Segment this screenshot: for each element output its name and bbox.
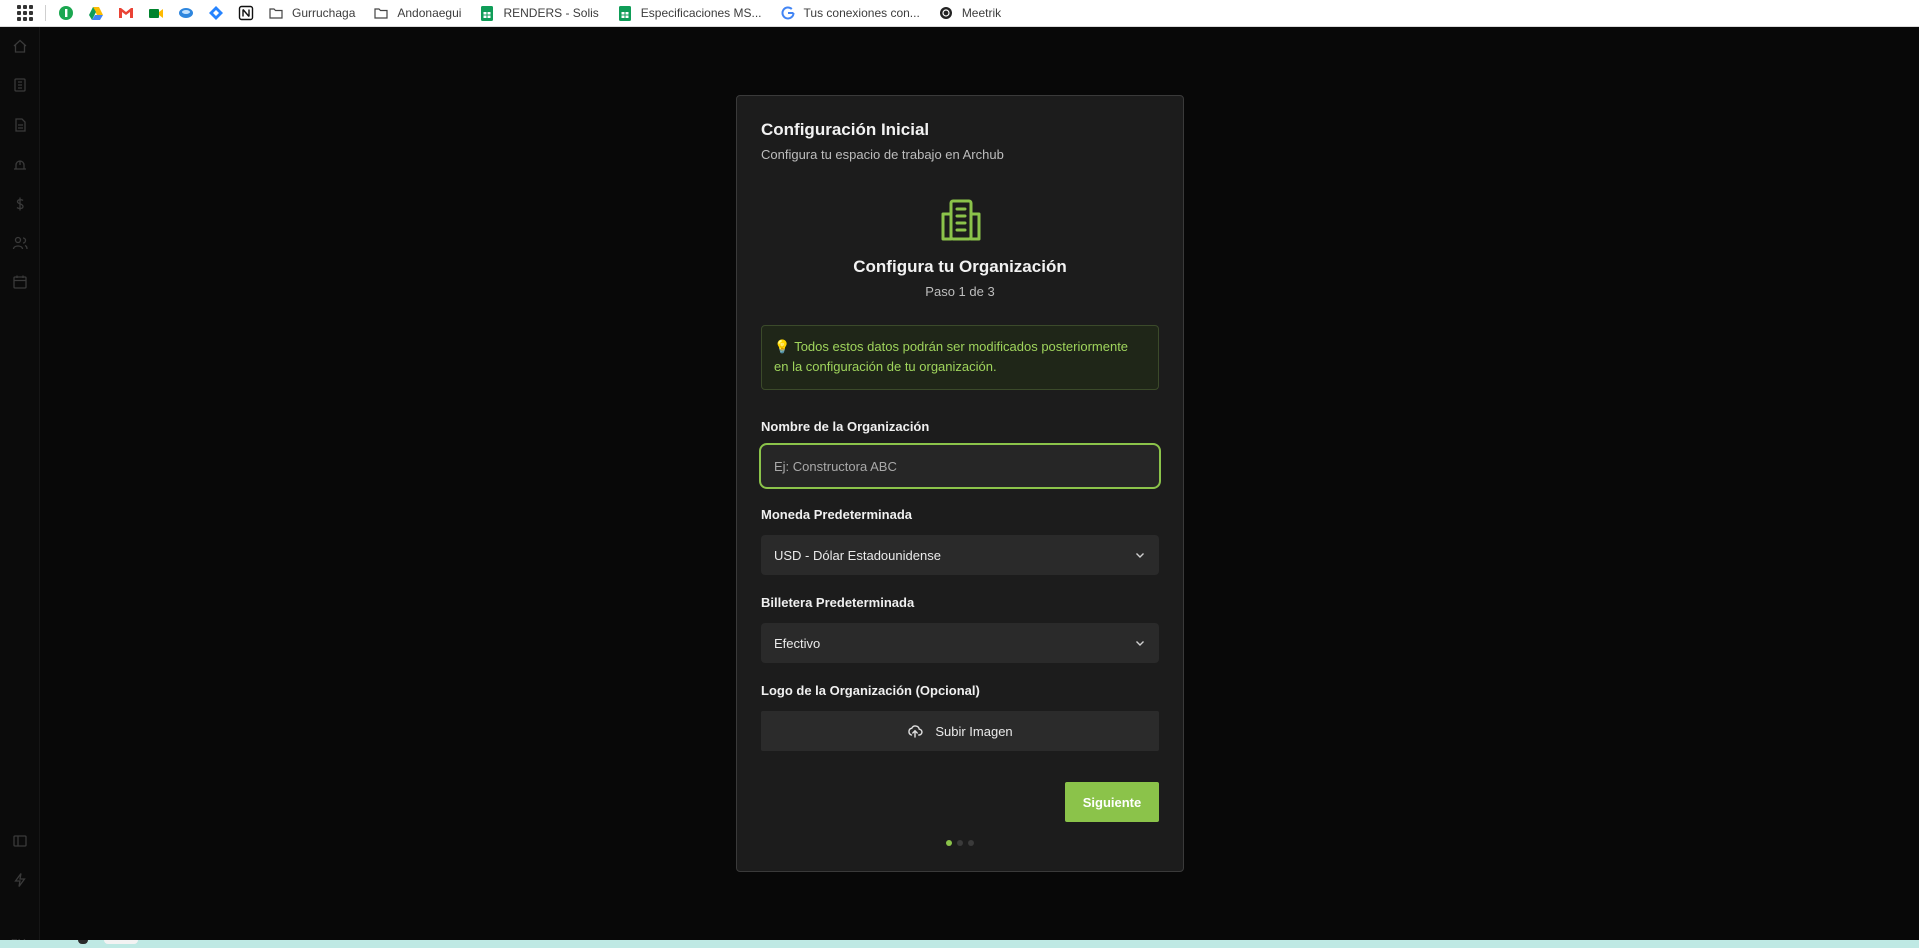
step-title: Configura tu Organización bbox=[853, 257, 1067, 276]
building-icon bbox=[937, 196, 985, 244]
globe-icon bbox=[938, 5, 954, 21]
onepassword-bookmark-icon[interactable] bbox=[58, 5, 74, 21]
bookmarks-divider bbox=[45, 5, 46, 21]
bookmarks-bar: Gurruchaga Andonaegui RENDERS - Solis Es… bbox=[0, 0, 1919, 27]
wallet-select-value: Efectivo bbox=[774, 635, 821, 651]
sheets-icon bbox=[479, 5, 495, 21]
wallet-label: Billetera Predeterminada bbox=[761, 595, 915, 610]
chat-bookmark-icon[interactable] bbox=[178, 5, 194, 21]
modal-title: Configuración Inicial bbox=[761, 120, 930, 139]
taskbar-edge bbox=[0, 940, 1919, 948]
info-alert: 💡 Todos estos datos podrán ser modificado… bbox=[761, 325, 1159, 390]
org-name-input[interactable] bbox=[759, 443, 1161, 489]
document-icon[interactable] bbox=[10, 115, 30, 135]
bookmark-label: Especificaciones MS... bbox=[640, 6, 762, 20]
step-dot-2 bbox=[957, 840, 963, 846]
modal-subtitle: Configura tu espacio de trabajo en Archu… bbox=[761, 147, 1004, 162]
chevron-down-icon bbox=[1136, 641, 1144, 646]
sheets-icon bbox=[617, 5, 633, 21]
bookmark-label: Tus conexiones con... bbox=[803, 6, 920, 20]
google-meet-bookmark-icon[interactable] bbox=[148, 5, 164, 21]
next-button[interactable]: Siguiente bbox=[1065, 782, 1159, 822]
bookmark-tus-conexiones[interactable]: Tus conexiones con... bbox=[780, 5, 920, 21]
folder-icon bbox=[373, 5, 389, 21]
bookmark-label: Meetrik bbox=[961, 6, 1002, 20]
building-icon[interactable] bbox=[10, 75, 30, 95]
bookmark-meetrik[interactable]: Meetrik bbox=[938, 5, 1001, 21]
step-dot-1 bbox=[946, 840, 952, 846]
gmail-bookmark-icon[interactable] bbox=[118, 5, 134, 21]
currency-select[interactable]: USD - Dólar Estadounidense bbox=[761, 535, 1159, 575]
bookmark-label: RENDERS - Solis bbox=[503, 6, 599, 20]
bookmark-andonaegui[interactable]: Andonaegui bbox=[373, 5, 461, 21]
wallet-select[interactable]: Efectivo bbox=[761, 623, 1159, 663]
notion-bookmark-icon[interactable] bbox=[238, 5, 254, 21]
lightbulb-icon: 💡 bbox=[774, 339, 791, 354]
currency-select-value: USD - Dólar Estadounidense bbox=[774, 547, 941, 563]
info-alert-text: Todos estos datos podrán ser modificados… bbox=[774, 339, 1129, 374]
apps-grid-icon[interactable] bbox=[17, 5, 33, 21]
bolt-icon[interactable] bbox=[10, 870, 30, 890]
users-icon[interactable] bbox=[10, 233, 30, 253]
construction-icon[interactable] bbox=[10, 155, 30, 175]
bookmark-especificaciones[interactable]: Especificaciones MS... bbox=[617, 5, 762, 21]
bookmark-label: Andonaegui bbox=[397, 6, 462, 20]
google-drive-bookmark-icon[interactable] bbox=[88, 5, 104, 21]
currency-label: Moneda Predeterminada bbox=[761, 507, 912, 522]
bookmark-renders-solis[interactable]: RENDERS - Solis bbox=[479, 5, 599, 21]
chevron-down-icon bbox=[1136, 553, 1144, 558]
taskbar-icon bbox=[78, 940, 88, 944]
calendar-icon[interactable] bbox=[10, 272, 30, 292]
jira-bookmark-icon[interactable] bbox=[208, 5, 224, 21]
upload-image-label: Subir Imagen bbox=[935, 723, 1013, 739]
step-indicator bbox=[737, 840, 1183, 846]
upload-image-button[interactable]: Subir Imagen bbox=[761, 711, 1159, 751]
onboarding-modal: Configuración Inicial Configura tu espac… bbox=[736, 95, 1184, 872]
google-icon bbox=[780, 5, 796, 21]
step-counter: Paso 1 de 3 bbox=[925, 284, 995, 299]
bookmark-label: Gurruchaga bbox=[292, 6, 356, 20]
app-sidebar: EM bbox=[0, 27, 40, 948]
dollar-icon[interactable] bbox=[10, 194, 30, 214]
taskbar-icon bbox=[104, 940, 138, 944]
org-name-label: Nombre de la Organización bbox=[761, 419, 930, 434]
panel-icon[interactable] bbox=[10, 831, 30, 851]
home-icon[interactable] bbox=[10, 36, 30, 56]
logo-label: Logo de la Organización (Opcional) bbox=[761, 683, 980, 698]
folder-icon bbox=[268, 5, 284, 21]
step-dot-3 bbox=[968, 840, 974, 846]
bookmark-gurruchaga[interactable]: Gurruchaga bbox=[268, 5, 355, 21]
cloud-upload-icon bbox=[908, 725, 923, 738]
